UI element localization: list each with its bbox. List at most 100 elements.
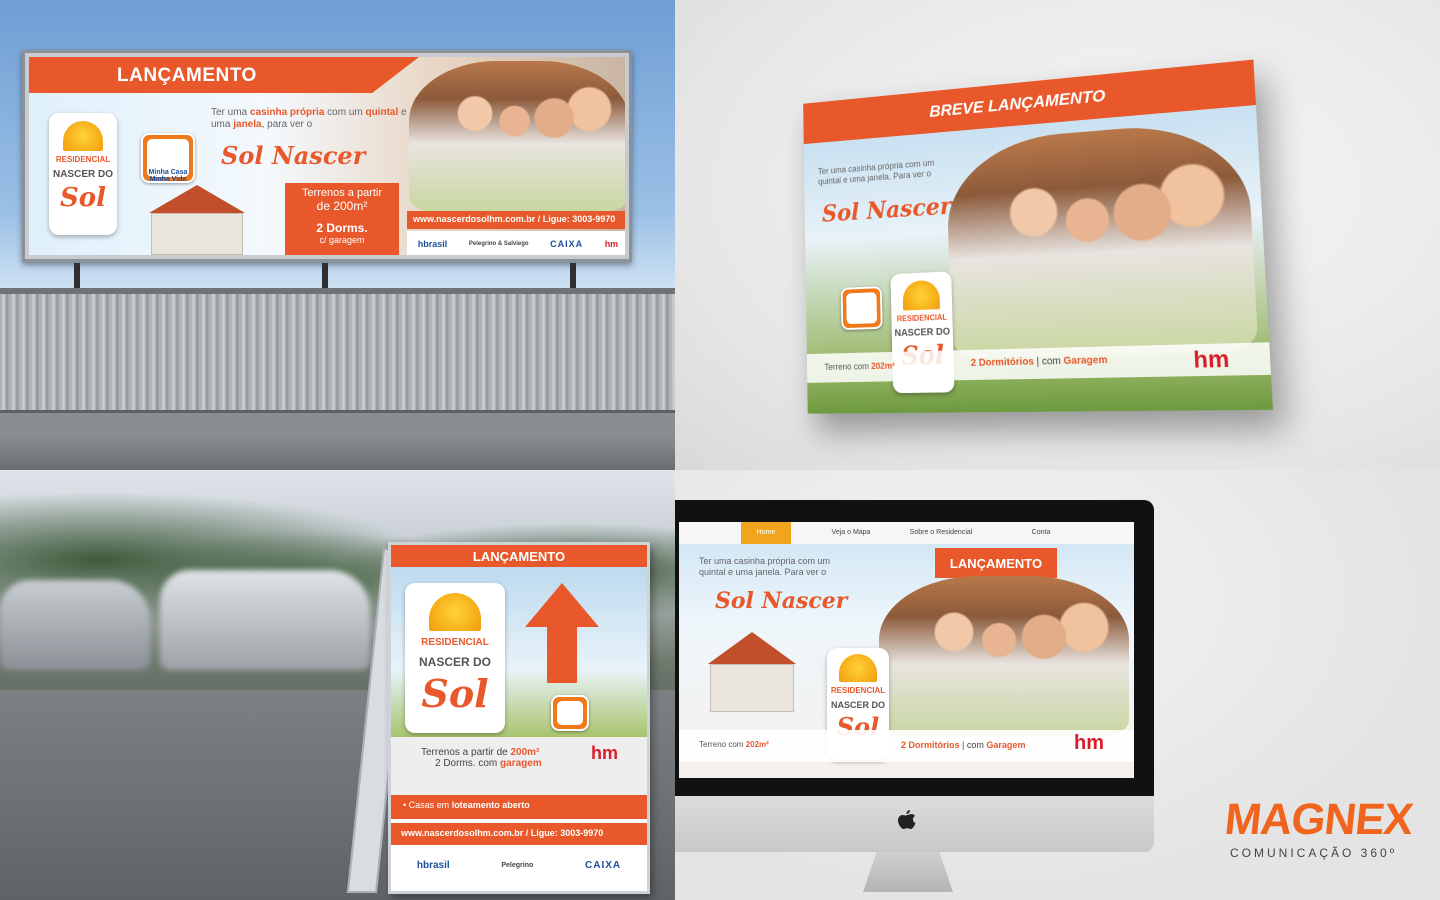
- separator: |: [962, 740, 964, 750]
- dorms-text: 2 Dormitórios | com Garagem: [901, 740, 1025, 750]
- residencial-label: RESIDENCIAL: [827, 686, 889, 695]
- sponsor-caixa: CAIXA: [550, 239, 583, 249]
- hm-logo: hm: [1074, 732, 1104, 755]
- nav-conta[interactable]: Conta: [1011, 522, 1071, 544]
- com-label: com: [1042, 356, 1061, 368]
- web-banner-title: BREVE LANÇAMENTO: [929, 86, 1106, 122]
- house-image: [137, 185, 257, 255]
- residencial-logo: RESIDENCIAL NASCER DO Sol: [405, 583, 505, 733]
- hm-logo: hm: [1193, 345, 1230, 374]
- phrase-text: Ter uma: [211, 107, 250, 118]
- residencial-label: RESIDENCIAL: [405, 637, 505, 648]
- terrenos-value: de 200m²: [285, 199, 399, 213]
- phrase-highlight: janela: [233, 119, 261, 130]
- family-photo: [946, 118, 1259, 358]
- info-strip: Terreno com 202m² 2 Dormitórios | com Ga…: [679, 730, 1134, 762]
- mcmv-inner: [846, 292, 877, 324]
- roof: [137, 185, 257, 213]
- loteamento-bar: • Casas em loteamento aberto: [391, 795, 647, 819]
- sun-icon: [63, 121, 103, 151]
- website-title-bar: LANÇAMENTO: [935, 548, 1057, 578]
- overpass-rail: [0, 410, 675, 432]
- mcmv-logo: [841, 286, 883, 330]
- phrase-text: , para ver o: [262, 119, 313, 130]
- arrow-up-icon: [525, 583, 599, 683]
- sun-icon: [839, 654, 877, 682]
- residencial-label: RESIDENCIAL: [49, 155, 117, 164]
- terrenos-value: 200m²: [511, 747, 540, 758]
- dorms-label: 2 Dorms.: [435, 758, 476, 769]
- overpass: [0, 288, 675, 413]
- sign-title: LANÇAMENTO: [473, 549, 565, 564]
- nascer-do-label: NASCER DO: [892, 327, 953, 340]
- sponsors-strip: hbrasil Pelegrino CAIXA: [391, 845, 647, 885]
- garagem-value: Garagem: [986, 740, 1025, 750]
- nascer-do-label: NASCER DO: [405, 655, 505, 669]
- sponsor-pelegrino: Pelegrino & Salviego: [469, 241, 529, 247]
- billboard-title: LANÇAMENTO: [117, 65, 257, 87]
- web-banner-mockup: BREVE LANÇAMENTO Ter uma casinha própria…: [675, 0, 1440, 470]
- sol-nascer-slogan: Sol Nascer: [221, 141, 365, 170]
- terrenos-label: Terrenos a partir: [285, 187, 399, 199]
- separator: |: [1036, 356, 1039, 367]
- website-nav: Home Veja o Mapa Sobre o Residencial Con…: [679, 522, 1134, 544]
- magnex-logo: MAGNEX: [1222, 795, 1414, 845]
- hm-logo: hm: [591, 743, 618, 764]
- sidewalk-sign-mockup: LANÇAMENTO RESIDENCIAL NASCER DO Sol Ter…: [0, 470, 675, 900]
- house-image: [697, 632, 807, 712]
- terreno-text: Terreno com 202m²: [699, 740, 769, 749]
- terreno-label: Terreno com: [699, 740, 743, 749]
- dorms-value: 2 Dormitórios: [901, 740, 960, 750]
- com-label: com: [478, 758, 497, 769]
- nav-veja-o-mapa[interactable]: Veja o Mapa: [811, 522, 891, 544]
- billboard-title-bar: LANÇAMENTO: [29, 57, 419, 93]
- mcmv-inner: [557, 701, 583, 725]
- sol-nascer-slogan: Sol Nascer: [715, 588, 847, 614]
- magnex-tagline: COMUNICAÇÃO 360º: [1230, 846, 1397, 860]
- sponsor-hm: hm: [605, 239, 619, 249]
- billboard-artwork: LANÇAMENTO Ter uma casinha própria com u…: [29, 57, 625, 255]
- imac-chin: [675, 796, 1154, 852]
- sun-icon: [429, 593, 481, 631]
- sidewalk-sign: LANÇAMENTO RESIDENCIAL NASCER DO Sol Ter…: [388, 542, 650, 894]
- dorms-value: 2 Dormitórios: [971, 356, 1034, 368]
- garagem-label: c/ garagem: [285, 235, 399, 245]
- sun-icon: [902, 280, 940, 311]
- web-banner-phrase: Ter uma casinha própria com um quintal e…: [818, 157, 943, 187]
- billboard-mockup: LANÇAMENTO Ter uma casinha própria com u…: [0, 0, 675, 470]
- terrenos-label: Terrenos a partir de: [421, 747, 508, 758]
- apple-logo-icon: [898, 810, 916, 832]
- sponsor-hbrasil: hbrasil: [417, 860, 450, 871]
- sign-title-bar: LANÇAMENTO: [391, 545, 647, 567]
- family-photo: [879, 576, 1129, 736]
- billboard-phrase: Ter uma casinha própria com um quintal e…: [211, 107, 411, 131]
- website-phrase: Ter uma casinha própria com um quintal e…: [699, 556, 859, 578]
- phrase-highlight: casinha própria: [250, 107, 324, 118]
- terrenos-box: Terrenos a partir de 200m² 2 Dorms. c/ g…: [285, 183, 399, 255]
- sol-label: Sol: [405, 671, 505, 716]
- terreno-value: 202m²: [871, 361, 895, 371]
- sponsor-pelegrino: Pelegrino: [501, 862, 533, 869]
- com-label: com: [967, 740, 984, 750]
- residencial-logo: RESIDENCIAL NASCER DO Sol: [49, 113, 117, 235]
- family-photo: [409, 61, 625, 211]
- mcmv-label: Minha Casa Minha Vida: [147, 139, 189, 177]
- car-blur: [0, 580, 150, 670]
- dorms-label: 2 Dorms.: [285, 221, 399, 235]
- phrase-highlight: quintal: [366, 107, 399, 118]
- imac-stand: [863, 852, 953, 892]
- car-blur: [160, 570, 370, 670]
- sponsor-hbrasil: hbrasil: [418, 239, 448, 249]
- wall: [710, 664, 794, 712]
- sponsor-caixa: CAIXA: [585, 860, 621, 871]
- website-screen: Home Veja o Mapa Sobre o Residencial Con…: [679, 522, 1134, 778]
- sol-label: Sol: [49, 183, 117, 213]
- nav-home[interactable]: Home: [741, 522, 791, 544]
- sponsors-strip: hbrasil Pelegrino & Salviego CAIXA hm: [407, 231, 625, 255]
- nav-sobre[interactable]: Sobre o Residencial: [891, 522, 991, 544]
- casas-label: • Casas em: [403, 800, 449, 810]
- url-bar: www.nascerdosolhm.com.br / Ligue: 3003-9…: [407, 211, 625, 229]
- sol-nascer-slogan: Sol Nascer: [822, 191, 952, 227]
- billboard-url: www.nascerdosolhm.com.br / Ligue: 3003-9…: [413, 214, 615, 224]
- garagem-value: Garagem: [1063, 355, 1107, 367]
